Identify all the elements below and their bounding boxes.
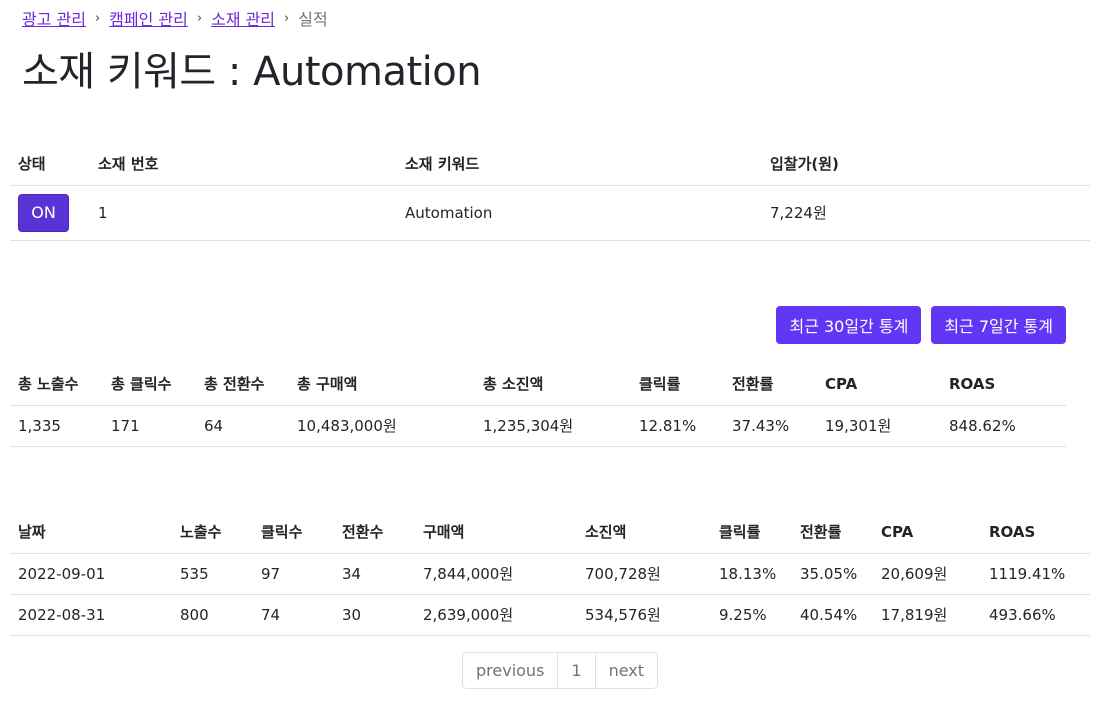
- table-cell: 1,235,304원: [475, 405, 631, 447]
- column-header: 노출수: [172, 511, 253, 554]
- last-30-days-stats-button[interactable]: 최근 30일간 통계: [776, 306, 922, 344]
- breadcrumb-current: 실적: [298, 10, 328, 29]
- column-header: 클릭률: [711, 511, 792, 554]
- table-cell: 64: [196, 405, 289, 447]
- table-cell: 19,301원: [817, 405, 941, 447]
- chevron-right-icon: ›: [94, 10, 101, 26]
- breadcrumb-link-campaign-management[interactable]: 캠페인 관리: [109, 6, 188, 30]
- creative-table: 상태 소재 번호 소재 키워드 입찰가(원) ON 1 Automation 7…: [10, 142, 1090, 241]
- column-header: 총 전환수: [196, 363, 289, 406]
- column-header: 클릭수: [253, 511, 334, 554]
- table-cell: 848.62%: [941, 405, 1066, 447]
- column-header: 전환률: [792, 511, 873, 554]
- table-cell: 800: [172, 594, 253, 636]
- table-cell: 20,609원: [873, 553, 981, 595]
- table-header-row: 상태 소재 번호 소재 키워드 입찰가(원): [10, 142, 1090, 186]
- creative-keyword: Automation: [397, 185, 762, 241]
- table-row: 2022-09-01 535 97 34 7,844,000원 700,728원…: [10, 553, 1090, 595]
- pagination-previous-button[interactable]: previous: [463, 653, 557, 688]
- table-cell: 37.43%: [724, 405, 817, 447]
- table-cell: 534,576원: [577, 594, 711, 636]
- table-cell: 9.25%: [711, 594, 792, 636]
- stats-button-group: 최근 30일간 통계 최근 7일간 통계: [776, 306, 1066, 344]
- table-cell: 2022-08-31: [10, 594, 172, 636]
- status-cell: ON: [10, 185, 90, 241]
- summary-table: 총 노출수 총 클릭수 총 전환수 총 구매액 총 소진액 클릭률 전환률 CP…: [10, 363, 1066, 447]
- breadcrumb-link-creative-management[interactable]: 소재 관리: [211, 6, 275, 30]
- table-cell: 700,728원: [577, 553, 711, 595]
- breadcrumb-link-ad-management[interactable]: 광고 관리: [22, 6, 86, 30]
- table-cell: 34: [334, 553, 415, 595]
- column-header: CPA: [873, 511, 981, 554]
- table-cell: 2,639,000원: [415, 594, 577, 636]
- column-header: 총 소진액: [475, 363, 631, 406]
- column-header: ROAS: [981, 511, 1090, 554]
- column-header: 전환수: [334, 511, 415, 554]
- status-toggle-button[interactable]: ON: [18, 193, 69, 232]
- table-cell: 1,335: [10, 405, 103, 447]
- chevron-right-icon: ›: [196, 10, 203, 26]
- pagination-next-button[interactable]: next: [594, 653, 657, 688]
- column-header: 소재 키워드: [397, 142, 762, 186]
- daily-table: 날짜 노출수 클릭수 전환수 구매액 소진액 클릭률 전환률 CPA ROAS …: [10, 511, 1090, 636]
- column-header: 전환률: [724, 363, 817, 406]
- table-row: 2022-08-31 800 74 30 2,639,000원 534,576원…: [10, 594, 1090, 636]
- column-header: 소진액: [577, 511, 711, 554]
- table-cell: 2022-09-01: [10, 553, 172, 595]
- table-row: ON 1 Automation 7,224원: [10, 185, 1090, 241]
- table-cell: 535: [172, 553, 253, 595]
- table-cell: 35.05%: [792, 553, 873, 595]
- table-cell: 17,819원: [873, 594, 981, 636]
- table-cell: 493.66%: [981, 594, 1090, 636]
- column-header: 입찰가(원): [762, 142, 1090, 186]
- pagination: previous 1 next: [462, 652, 659, 689]
- table-cell: 74: [253, 594, 334, 636]
- column-header: 총 클릭수: [103, 363, 196, 406]
- table-row: 1,335 171 64 10,483,000원 1,235,304원 12.8…: [10, 405, 1066, 447]
- table-header-row: 총 노출수 총 클릭수 총 전환수 총 구매액 총 소진액 클릭률 전환률 CP…: [10, 363, 1066, 406]
- breadcrumb: 광고 관리 › 캠페인 관리 › 소재 관리 › 실적: [22, 6, 328, 30]
- column-header: CPA: [817, 363, 941, 406]
- column-header: 구매액: [415, 511, 577, 554]
- table-header-row: 날짜 노출수 클릭수 전환수 구매액 소진액 클릭률 전환률 CPA ROAS: [10, 511, 1090, 554]
- table-cell: 10,483,000원: [289, 405, 475, 447]
- chevron-right-icon: ›: [284, 10, 290, 26]
- pagination-page-1[interactable]: 1: [557, 653, 594, 688]
- table-cell: 18.13%: [711, 553, 792, 595]
- column-header: 총 구매액: [289, 363, 475, 406]
- table-cell: 40.54%: [792, 594, 873, 636]
- column-header: 소재 번호: [90, 142, 397, 186]
- column-header: 클릭률: [631, 363, 724, 406]
- table-cell: 12.81%: [631, 405, 724, 447]
- creative-number: 1: [90, 185, 397, 241]
- last-7-days-stats-button[interactable]: 최근 7일간 통계: [931, 306, 1066, 344]
- table-cell: 1119.41%: [981, 553, 1090, 595]
- table-cell: 97: [253, 553, 334, 595]
- column-header: 날짜: [10, 511, 172, 554]
- column-header: ROAS: [941, 363, 1066, 406]
- table-cell: 171: [103, 405, 196, 447]
- column-header: 상태: [10, 142, 90, 186]
- page-title: 소재 키워드 : Automation: [22, 49, 482, 95]
- column-header: 총 노출수: [10, 363, 103, 406]
- table-cell: 7,844,000원: [415, 553, 577, 595]
- bid-price: 7,224원: [762, 185, 1090, 241]
- table-cell: 30: [334, 594, 415, 636]
